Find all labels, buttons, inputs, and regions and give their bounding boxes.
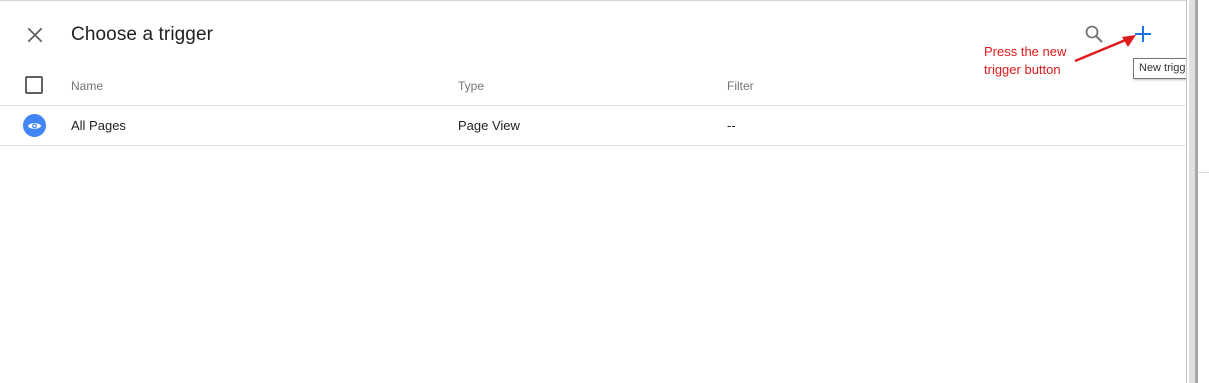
annotation-note: Press the new trigger button <box>984 43 1084 79</box>
trigger-type: Page View <box>458 118 520 133</box>
scrollbar-edge <box>1195 0 1198 383</box>
eye-icon <box>27 122 42 129</box>
page-title: Choose a trigger <box>71 24 214 45</box>
column-header-name[interactable]: Name <box>71 79 103 93</box>
trigger-filter: -- <box>727 118 736 133</box>
trigger-picker-panel: Choose a trigger Press the new trigger b… <box>0 0 1202 383</box>
annotation-line-2: trigger button <box>984 62 1061 77</box>
close-icon <box>27 27 43 43</box>
table-row[interactable]: All Pages Page View -- <box>0 106 1186 145</box>
column-header-filter[interactable]: Filter <box>727 79 754 93</box>
close-button[interactable] <box>22 22 48 48</box>
select-all-checkbox[interactable] <box>25 76 43 94</box>
annotation-arrow-icon <box>1074 35 1136 63</box>
gutter-divider <box>1198 172 1209 173</box>
annotation-line-1: Press the new <box>984 44 1067 59</box>
row-divider <box>0 145 1186 146</box>
trigger-name: All Pages <box>71 118 126 133</box>
trigger-type-badge <box>23 114 46 137</box>
column-header-type[interactable]: Type <box>458 79 484 93</box>
